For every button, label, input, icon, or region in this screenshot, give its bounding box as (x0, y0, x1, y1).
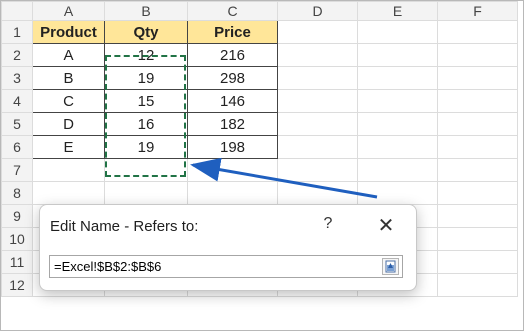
column-header-b[interactable]: B (104, 1, 188, 21)
collapse-range-icon[interactable] (382, 258, 399, 275)
cell[interactable] (104, 181, 188, 205)
cell-a3[interactable]: B (32, 66, 105, 90)
cell[interactable] (357, 112, 438, 136)
cell[interactable] (437, 181, 518, 205)
cell[interactable] (437, 250, 518, 274)
cell-c6[interactable]: 198 (187, 135, 278, 159)
row-header-3[interactable]: 3 (1, 66, 33, 90)
row-header-7[interactable]: 7 (1, 158, 33, 182)
column-header-e[interactable]: E (357, 1, 438, 21)
cell-a6[interactable]: E (32, 135, 105, 159)
column-header-a[interactable]: A (32, 1, 105, 21)
spreadsheet-window: A B C D E F 1 Product Qty Price 2 A 12 2… (0, 0, 524, 331)
cell[interactable] (437, 273, 518, 297)
cell[interactable] (437, 20, 518, 44)
cell[interactable] (277, 135, 358, 159)
edit-name-dialog: Edit Name - Refers to: ? ✕ =Excel!$B$2:$… (39, 204, 417, 291)
cell-c5[interactable]: 182 (187, 112, 278, 136)
cell[interactable] (357, 66, 438, 90)
collapse-range-icon-glyph (385, 260, 396, 273)
cell[interactable] (437, 135, 518, 159)
row-header-8[interactable]: 8 (1, 181, 33, 205)
cell-a1-product-header[interactable]: Product (32, 20, 105, 44)
cell-a5[interactable]: D (32, 112, 105, 136)
refers-to-input[interactable]: =Excel!$B$2:$B$6 (49, 255, 403, 278)
cell[interactable] (277, 66, 358, 90)
help-button[interactable]: ? (318, 215, 338, 237)
row-header-10[interactable]: 10 (1, 227, 33, 251)
cell[interactable] (437, 158, 518, 182)
cell-b5[interactable]: 16 (104, 112, 188, 136)
cell[interactable] (277, 89, 358, 113)
column-header-f[interactable]: F (437, 1, 518, 21)
cell-c1-price-header[interactable]: Price (187, 20, 278, 44)
cell[interactable] (277, 181, 358, 205)
refers-to-value: =Excel!$B$2:$B$6 (54, 259, 162, 274)
cell[interactable] (437, 66, 518, 90)
cell[interactable] (437, 227, 518, 251)
row-header-12[interactable]: 12 (1, 273, 33, 297)
row-header-11[interactable]: 11 (1, 250, 33, 274)
cell-b6[interactable]: 19 (104, 135, 188, 159)
cell-b3[interactable]: 19 (104, 66, 188, 90)
column-header-c[interactable]: C (187, 1, 278, 21)
cell-c2[interactable]: 216 (187, 43, 278, 67)
cell[interactable] (187, 158, 278, 182)
cell[interactable] (437, 204, 518, 228)
row-header-2[interactable]: 2 (1, 43, 33, 67)
cell[interactable] (357, 43, 438, 67)
cell-b2[interactable]: 12 (104, 43, 188, 67)
cell-c4[interactable]: 146 (187, 89, 278, 113)
cell[interactable] (277, 43, 358, 67)
cell[interactable] (437, 112, 518, 136)
cell[interactable] (32, 181, 105, 205)
cell-b1-qty-header[interactable]: Qty (104, 20, 188, 44)
dialog-title: Edit Name - Refers to: (50, 218, 199, 235)
cell[interactable] (32, 158, 105, 182)
cell[interactable] (187, 181, 278, 205)
cell-b4[interactable]: 15 (104, 89, 188, 113)
cell[interactable] (357, 135, 438, 159)
cell[interactable] (437, 89, 518, 113)
cell[interactable] (277, 158, 358, 182)
cell-a2[interactable]: A (32, 43, 105, 67)
cell-c3[interactable]: 298 (187, 66, 278, 90)
cell[interactable] (104, 158, 188, 182)
cell[interactable] (357, 181, 438, 205)
close-icon[interactable]: ✕ (374, 214, 398, 238)
row-header-5[interactable]: 5 (1, 112, 33, 136)
row-header-6[interactable]: 6 (1, 135, 33, 159)
cell[interactable] (357, 89, 438, 113)
row-header-1[interactable]: 1 (1, 20, 33, 44)
cell[interactable] (277, 112, 358, 136)
cell-a4[interactable]: C (32, 89, 105, 113)
cell[interactable] (277, 20, 358, 44)
select-all-corner[interactable] (1, 1, 33, 21)
column-header-d[interactable]: D (277, 1, 358, 21)
row-header-4[interactable]: 4 (1, 89, 33, 113)
row-header-9[interactable]: 9 (1, 204, 33, 228)
cell[interactable] (437, 43, 518, 67)
cell[interactable] (357, 20, 438, 44)
cell[interactable] (357, 158, 438, 182)
